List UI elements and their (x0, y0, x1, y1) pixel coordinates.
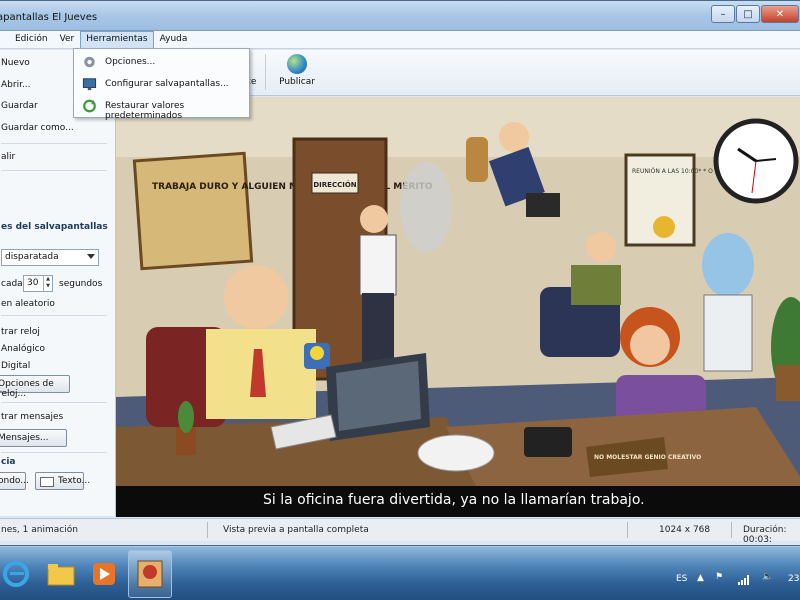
tools-dropdown-menu: Opciones... Configurar salvapantallas...… (73, 48, 250, 121)
appearance-title: cia (1, 457, 16, 467)
divider (1, 315, 107, 316)
monitor-icon (82, 78, 97, 91)
menu-ver[interactable]: Ver (54, 31, 81, 49)
flag-icon[interactable]: ⚑ (715, 572, 723, 582)
interval-value: 30 (27, 278, 39, 288)
divider (1, 452, 107, 453)
file-save-as[interactable]: Guardar como... (1, 123, 74, 133)
file-save[interactable]: Guardar (1, 101, 38, 111)
divider (1, 170, 107, 171)
menu-item-label: Opciones... (105, 57, 156, 67)
file-open[interactable]: Abrir... (1, 80, 31, 90)
menu-item-restaurar[interactable]: Restaurar valores predeterminados (74, 95, 249, 121)
desk-sign-text: NO MOLESTAR GENIO CREATIVO (594, 454, 701, 461)
close-button[interactable]: ✕ (761, 5, 799, 23)
title-bar[interactable]: apantallas El Jueves – □ ✕ (0, 1, 800, 31)
menu-item-label: Configurar salvapantallas... (105, 79, 229, 89)
gear-icon (84, 56, 95, 68)
background-button[interactable]: ondo... (0, 472, 29, 490)
volume-icon[interactable]: 🔈 (762, 572, 773, 582)
caption-text: Si la oficina fuera divertida, ya no la … (116, 486, 800, 517)
divider (1, 143, 107, 144)
clock-options-button[interactable]: Opciones de reloj... (0, 375, 70, 399)
mode-select[interactable]: disparatada (1, 249, 99, 266)
taskbar: ES ▲ ⚑ 🔈 23 (0, 546, 800, 600)
folder-icon[interactable] (45, 559, 77, 589)
divider (1, 402, 107, 403)
menu-herramientas[interactable]: Herramientas (80, 31, 154, 49)
analog-radio-label[interactable]: Analógico (1, 344, 45, 354)
menu-item-opciones[interactable]: Opciones... (74, 51, 249, 73)
app-window: apantallas El Jueves – □ ✕ Edición Ver H… (0, 0, 800, 546)
network-icon[interactable] (738, 575, 750, 585)
text-button-label: Texto... (58, 476, 91, 486)
menu-bar: Edición Ver Herramientas Ayuda (0, 31, 800, 49)
show-hidden-icons-icon[interactable]: ▲ (697, 573, 704, 583)
screensaver-preview[interactable]: TRABAJA DURO Y ALGUIEN MÁS SE LLEVARÁ EL… (116, 97, 800, 517)
show-clock-label[interactable]: trar reloj (1, 327, 40, 337)
maximize-button[interactable]: □ (736, 5, 760, 23)
toolbar-item-label: Publicar (279, 77, 315, 87)
app-thumbnail-icon (137, 560, 163, 588)
status-resolution: 1024 x 768 (659, 525, 711, 535)
file-exit[interactable]: alir (1, 152, 15, 162)
language-indicator[interactable]: ES (676, 574, 687, 584)
file-new[interactable]: Nuevo (1, 58, 30, 68)
text-button[interactable]: Texto... (35, 472, 90, 490)
minimize-button[interactable]: – (711, 5, 735, 23)
menu-item-label: Restaurar valores predeterminados (105, 101, 185, 121)
window-title: apantallas El Jueves (0, 12, 98, 23)
section-options-title: es del salvapantallas (1, 222, 108, 232)
refresh-icon (83, 99, 96, 113)
interval-stepper[interactable]: 30 ▲ ▼ (23, 275, 53, 292)
door-sign-text: DIRECCIÓN (313, 180, 356, 189)
menu-edicion[interactable]: Edición (9, 31, 54, 49)
side-panel: Nuevo Abrir... Guardar Guardar como... a… (0, 50, 116, 516)
mode-select-value: disparatada (5, 252, 59, 262)
window-controls: – □ ✕ (710, 5, 799, 23)
globe-icon (287, 54, 307, 74)
menu-item-configurar[interactable]: Configurar salvapantallas... (74, 73, 249, 95)
poster-text: TRABAJA DURO Y ALGUIEN MÁS SE LLEVARÁ EL… (152, 180, 433, 192)
status-duration: Duración: 00:03: (743, 525, 787, 545)
taskbar-app-active[interactable] (128, 550, 172, 598)
color-swatch-icon (40, 477, 54, 487)
office-cartoon-image: TRABAJA DURO Y ALGUIEN MÁS SE LLEVARÁ EL… (116, 97, 800, 486)
status-divider (627, 522, 628, 538)
status-bar: nes, 1 animación Vista previa a pantalla… (0, 518, 800, 545)
status-animation-count: nes, 1 animación (1, 525, 78, 535)
toolbar-item-publish[interactable]: Publicar (274, 54, 320, 87)
toolbar-divider (265, 54, 266, 90)
interval-unit: segundos (59, 279, 103, 289)
stepper-arrows-icon[interactable]: ▲ ▼ (43, 276, 52, 291)
messages-button[interactable]: Mensajes... (0, 429, 67, 447)
internet-explorer-icon[interactable] (0, 559, 32, 589)
random-checkbox-label[interactable]: en aleatorio (1, 299, 55, 309)
menu-ayuda[interactable]: Ayuda (154, 31, 194, 49)
chevron-down-icon (87, 254, 95, 259)
status-preview-mode: Vista previa a pantalla completa (223, 525, 369, 535)
clock-time[interactable]: 23 (788, 574, 799, 584)
status-divider (731, 522, 732, 538)
show-messages-label[interactable]: trar mensajes (1, 412, 63, 422)
status-divider (207, 522, 208, 538)
media-player-icon[interactable] (88, 559, 120, 589)
digital-radio-label[interactable]: Digital (1, 361, 30, 371)
